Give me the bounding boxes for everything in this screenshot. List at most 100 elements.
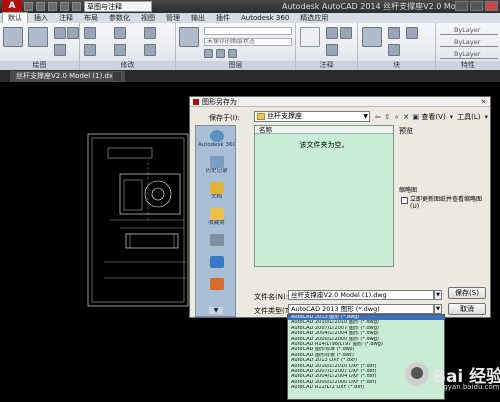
arc-icon[interactable]: [54, 44, 66, 56]
filename-input[interactable]: 丝杆支撑座V2.0 Model (1).dwg: [288, 290, 434, 300]
tools-menu[interactable]: 工具(L): [457, 112, 480, 122]
save-in-dropdown[interactable]: 丝杆支撑座 ▼: [254, 111, 370, 122]
chevron-down-icon[interactable]: ▼: [434, 304, 442, 314]
places-scroll-down-icon[interactable]: ▼: [209, 307, 223, 314]
polyline-icon[interactable]: [28, 27, 48, 47]
baidu-watermark: Bai 经验 jingyan.baidu.com: [405, 354, 500, 394]
chevron-down-icon: ▼: [363, 113, 368, 120]
layer-tool-icon[interactable]: [204, 49, 213, 58]
favorites-icon: [209, 208, 224, 220]
leader-icon[interactable]: [340, 27, 352, 39]
color-dropdown[interactable]: ByLayer: [440, 26, 498, 35]
open-file-icon[interactable]: [36, 2, 45, 11]
chevron-down-icon[interactable]: ▾: [483, 113, 490, 121]
tab-layout[interactable]: 布局: [79, 13, 103, 23]
new-tab-button[interactable]: [112, 71, 122, 82]
autocad-icon: [193, 99, 199, 105]
dialog-close-button[interactable]: ✕: [479, 98, 488, 106]
window-controls: [455, 1, 498, 11]
save-icon[interactable]: [48, 2, 57, 11]
ribbon: 绘图 修改 未保存的图层状态 图层 注释 块 特性 ByLayer ByLaye…: [0, 23, 500, 70]
places-sidebar: Autodesk 360 历史记录 文档 收藏夹 ▼: [195, 125, 236, 317]
history-icon: [209, 156, 224, 168]
print-icon[interactable]: [60, 2, 69, 11]
ribbon-panel-draw: 绘图: [0, 23, 80, 70]
copy-icon[interactable]: [84, 44, 96, 56]
workspace-select[interactable]: 草图与注释: [84, 1, 152, 12]
ftp-icon: [209, 234, 224, 246]
tab-view[interactable]: 视图: [136, 13, 160, 23]
dimension-icon[interactable]: [326, 27, 338, 39]
place-autodesk-360[interactable]: Autodesk 360: [198, 130, 235, 149]
place-documents[interactable]: 文档: [198, 182, 235, 201]
buzzsaw-icon: [209, 278, 224, 290]
minimize-button[interactable]: [455, 1, 468, 11]
place-buzzsaw[interactable]: [198, 278, 235, 290]
trim-icon[interactable]: [144, 27, 156, 39]
filetype-select[interactable]: AutoCAD 2013 图形 (*.dwg): [288, 304, 434, 314]
file-list-header: 名称: [255, 126, 393, 134]
create-block-icon[interactable]: [388, 27, 400, 39]
update-thumbnail-label: 立即更新图纸并查看缩略图(U): [410, 196, 483, 210]
tab-manage[interactable]: 管理: [161, 13, 185, 23]
paw-icon: [411, 367, 423, 379]
layer-tool-icon[interactable]: [216, 49, 225, 58]
column-name[interactable]: 名称: [259, 126, 272, 134]
file-list[interactable]: 名称 该文件夹为空。: [254, 125, 394, 267]
save-button[interactable]: 保存(S): [448, 287, 486, 299]
undo-icon[interactable]: [72, 2, 81, 11]
ribbon-panel-modify: 修改: [80, 23, 176, 70]
ribbon-tabs: 默认 插入 注释 布局 参数化 视图 管理 输出 插件 Autodesk 360…: [0, 12, 500, 24]
rectangle-icon[interactable]: [67, 27, 79, 39]
view-menu[interactable]: 查看(V): [421, 112, 445, 122]
update-thumbnail-checkbox[interactable]: [401, 197, 408, 204]
move-icon[interactable]: [84, 27, 96, 39]
place-ftp[interactable]: [198, 234, 235, 246]
line-icon[interactable]: [3, 27, 23, 47]
tab-featured-apps[interactable]: 精选应用: [295, 13, 333, 23]
layer-properties-icon[interactable]: [179, 27, 199, 47]
autodesk-360-icon: [209, 130, 224, 142]
tab-output[interactable]: 输出: [186, 13, 210, 23]
text-icon[interactable]: [300, 27, 320, 47]
place-history[interactable]: 历史记录: [198, 156, 235, 175]
table-icon[interactable]: [326, 44, 338, 56]
tab-insert[interactable]: 插入: [29, 13, 53, 23]
maximize-button[interactable]: [470, 1, 483, 11]
save-in-label: 保存于(I):: [209, 114, 240, 122]
chevron-down-icon[interactable]: ▾: [448, 113, 455, 121]
linetype-dropdown[interactable]: ByLayer: [440, 38, 498, 47]
property-dropdowns: ByLayer ByLayer ByLayer: [440, 26, 498, 62]
tab-autodesk-360[interactable]: Autodesk 360: [236, 13, 294, 23]
chevron-down-icon[interactable]: ▼: [434, 290, 442, 300]
fillet-icon[interactable]: [144, 44, 156, 56]
new-folder-icon[interactable]: ▣: [412, 113, 419, 121]
cancel-button[interactable]: 取消: [448, 303, 486, 315]
block-attribute-icon[interactable]: [406, 27, 418, 39]
preview-area: [399, 135, 488, 181]
panel-label-modify: 修改: [80, 61, 175, 70]
layer-dropdown[interactable]: [204, 27, 292, 35]
place-desktop[interactable]: [198, 256, 235, 268]
edit-block-icon[interactable]: [388, 44, 400, 56]
document-tab[interactable]: 丝杆支撑座V2.0 Model (1).dxf*: [10, 71, 126, 82]
tab-annotate[interactable]: 注释: [54, 13, 78, 23]
circle-icon[interactable]: [54, 27, 66, 39]
document-tabs: 丝杆支撑座V2.0 Model (1).dxf*: [0, 70, 500, 82]
up-folder-icon[interactable]: ⇧: [383, 113, 390, 121]
tab-plugins[interactable]: 插件: [211, 13, 235, 23]
insert-block-icon[interactable]: [362, 27, 382, 47]
lineweight-dropdown[interactable]: ByLayer: [440, 50, 498, 59]
delete-icon[interactable]: ✕: [402, 113, 409, 121]
place-favorites[interactable]: 收藏夹: [198, 208, 235, 227]
tab-parametric[interactable]: 参数化: [104, 13, 135, 23]
back-icon[interactable]: ⇦: [374, 113, 381, 121]
new-file-icon[interactable]: [24, 2, 33, 11]
layer-state-dropdown[interactable]: 未保存的图层状态: [204, 38, 292, 46]
desktop-icon: [209, 256, 224, 268]
close-button[interactable]: [485, 1, 498, 11]
mirror-icon[interactable]: [114, 44, 126, 56]
search-icon[interactable]: ⌕: [393, 113, 400, 121]
rotate-icon[interactable]: [114, 27, 126, 39]
layer-tool-icon[interactable]: [228, 49, 237, 58]
